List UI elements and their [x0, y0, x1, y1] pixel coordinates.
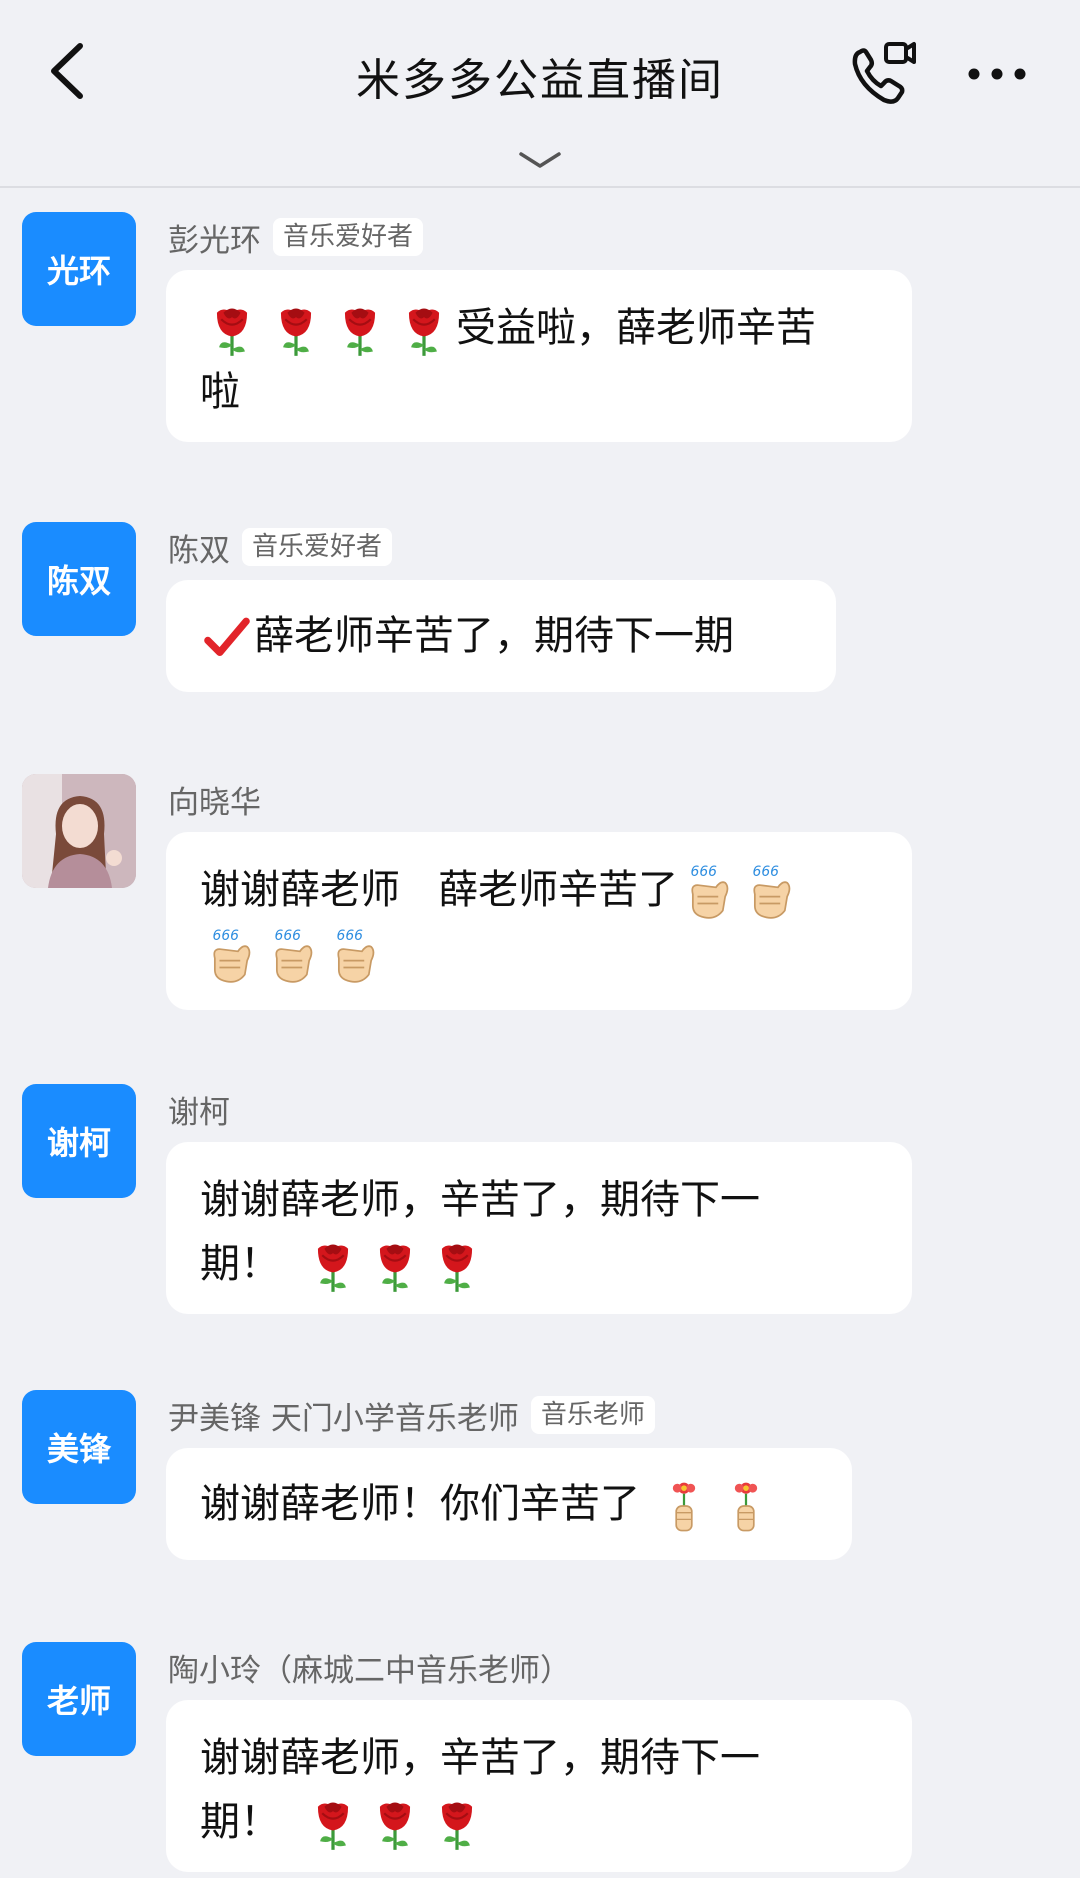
- message-text: 期！: [200, 1799, 280, 1845]
- message-bubble[interactable]: 谢谢薛老师，辛苦了，期待下一 期！: [166, 1700, 912, 1872]
- rose-emoji-icon: [305, 1238, 361, 1294]
- message-meta: 陈双 音乐爱好者: [168, 524, 393, 570]
- sender-name: 谢柯: [168, 1094, 230, 1131]
- role-badge: 音乐爱好者: [242, 528, 393, 566]
- message-text: 谢谢薛老师，辛苦了，期待下一: [200, 1177, 760, 1223]
- rose-emoji-icon: [429, 1238, 485, 1294]
- message-meta: 尹美锋 天门小学音乐老师 音乐老师: [168, 1392, 655, 1438]
- role-badge: 音乐老师: [530, 1396, 655, 1434]
- message-bubble[interactable]: 谢谢薛老师，辛苦了，期待下一 期！: [166, 1142, 912, 1314]
- hand-666-emoji-icon: [265, 926, 321, 986]
- hand-666-emoji-icon: [743, 862, 799, 922]
- message-bubble[interactable]: 谢谢薛老师！你们辛苦了: [166, 1448, 852, 1560]
- message-text: 啦: [200, 369, 240, 415]
- avatar[interactable]: 美锋: [22, 1390, 136, 1504]
- avatar[interactable]: 光环: [22, 212, 136, 326]
- message-text: 谢谢薛老师，辛苦了，期待下一: [200, 1735, 760, 1781]
- avatar[interactable]: 陈双: [22, 522, 136, 636]
- sender-name: 陈双: [168, 532, 230, 569]
- chat-header: 米多多公益直播间: [0, 0, 1080, 188]
- message-meta: 向晓华: [168, 776, 261, 822]
- sender-name: 向晓华: [168, 784, 261, 821]
- message-meta: 彭光环 音乐爱好者: [168, 214, 424, 260]
- check-mark-emoji-icon: [203, 614, 251, 662]
- message-text: 谢谢薛老师 薛老师辛苦了: [200, 867, 679, 913]
- rose-emoji-icon: [331, 302, 389, 358]
- rose-emoji-icon: [305, 1796, 361, 1852]
- sender-name: 尹美锋 天门小学音乐老师: [168, 1400, 519, 1437]
- message-text: 谢谢薛老师！你们辛苦了: [200, 1481, 640, 1527]
- sender-name: 陶小玲（麻城二中音乐老师）: [168, 1652, 571, 1689]
- message-text: 期！: [200, 1241, 280, 1287]
- profile-photo-icon: [22, 774, 136, 888]
- hand-666-emoji-icon: [327, 926, 383, 986]
- flower-in-hand-emoji-icon: [729, 1477, 763, 1535]
- video-call-icon[interactable]: [846, 36, 920, 110]
- avatar[interactable]: 谢柯: [22, 1084, 136, 1198]
- message-bubble[interactable]: 薛老师辛苦了，期待下一期: [166, 580, 836, 692]
- rose-emoji-icon: [203, 302, 261, 358]
- avatar[interactable]: 老师: [22, 1642, 136, 1756]
- avatar[interactable]: [22, 774, 136, 888]
- rose-emoji-icon: [267, 302, 325, 358]
- rose-emoji-icon: [395, 302, 453, 358]
- message-meta: 谢柯: [168, 1086, 230, 1132]
- message-bubble[interactable]: 谢谢薛老师 薛老师辛苦了: [166, 832, 912, 1010]
- flower-in-hand-emoji-icon: [667, 1477, 701, 1535]
- sender-name: 彭光环: [168, 222, 261, 259]
- message-meta: 陶小玲（麻城二中音乐老师）: [168, 1644, 571, 1690]
- more-options-icon[interactable]: [962, 54, 1032, 94]
- message-bubble[interactable]: 受益啦，薛老师辛苦 啦: [166, 270, 912, 442]
- message-text: 薛老师辛苦了，期待下一期: [254, 613, 734, 659]
- hand-666-emoji-icon: [203, 926, 259, 986]
- rose-emoji-icon: [429, 1796, 485, 1852]
- chevron-down-icon[interactable]: [515, 148, 565, 172]
- role-badge: 音乐爱好者: [273, 218, 424, 256]
- rose-emoji-icon: [367, 1796, 423, 1852]
- rose-emoji-icon: [367, 1238, 423, 1294]
- message-text: 受益啦，薛老师辛苦: [456, 305, 816, 351]
- hand-666-emoji-icon: [681, 862, 737, 922]
